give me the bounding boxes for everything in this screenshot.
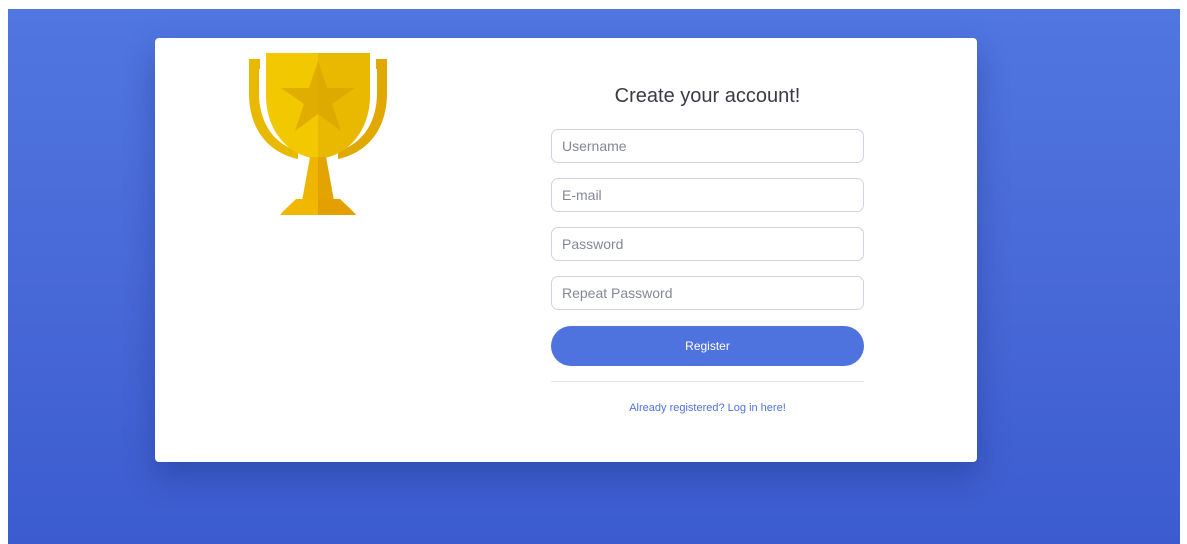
trophy-icon — [249, 53, 387, 215]
register-button[interactable]: Register — [551, 326, 864, 366]
login-link[interactable]: Already registered? Log in here! — [551, 402, 864, 414]
form-title: Create your account! — [614, 85, 801, 107]
email-input[interactable] — [551, 178, 864, 212]
repeat-password-input[interactable] — [551, 276, 864, 310]
username-input[interactable] — [551, 129, 864, 163]
password-input[interactable] — [551, 227, 864, 261]
form-divider — [551, 381, 864, 382]
